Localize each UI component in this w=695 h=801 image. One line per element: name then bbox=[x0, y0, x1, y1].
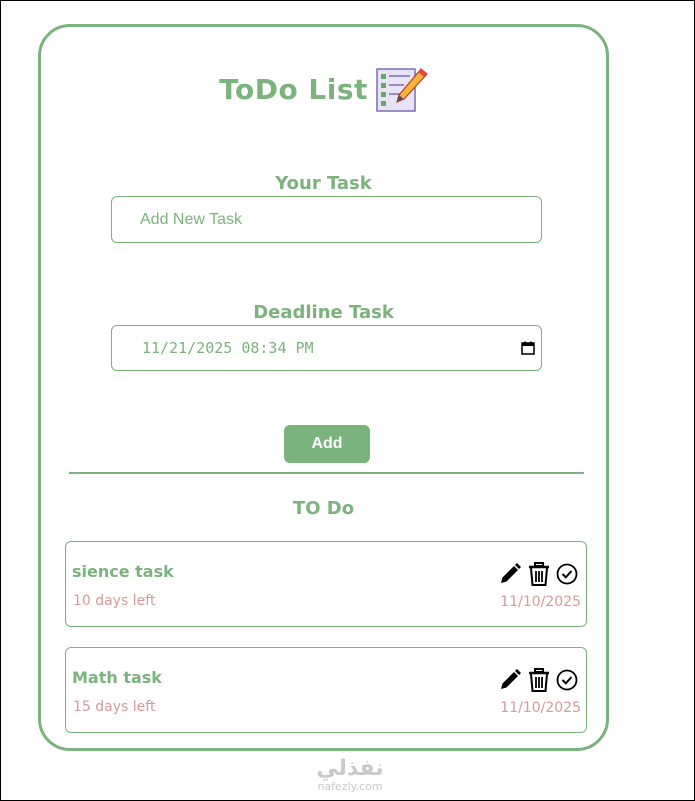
task-label: Your Task bbox=[275, 173, 372, 194]
calendar-icon[interactable] bbox=[521, 341, 535, 355]
notepad-pencil-icon bbox=[376, 68, 428, 112]
task-input[interactable]: Add New Task bbox=[111, 196, 542, 243]
divider bbox=[69, 472, 584, 474]
edit-pencil-icon[interactable] bbox=[498, 562, 522, 586]
add-button[interactable]: Add bbox=[284, 425, 370, 463]
task-name: Math task bbox=[72, 668, 162, 687]
complete-check-icon[interactable] bbox=[556, 563, 578, 585]
deadline-value: 11/21/2025 08:34 PM bbox=[142, 339, 314, 357]
task-deadline-date: 11/10/2025 bbox=[500, 700, 581, 716]
app-title: ToDo List bbox=[219, 72, 368, 106]
deadline-input[interactable]: 11/21/2025 08:34 PM bbox=[111, 325, 542, 371]
task-deadline-date: 11/10/2025 bbox=[500, 594, 581, 610]
todo-card: ToDo List Your Task Add New Task Deadlin… bbox=[38, 24, 609, 751]
task-name: sience task bbox=[72, 562, 174, 581]
trash-icon[interactable] bbox=[528, 562, 550, 586]
task-actions bbox=[498, 562, 578, 586]
task-item: sience task 10 days left 11/10/2025 bbox=[65, 541, 587, 627]
task-days-left: 10 days left bbox=[73, 593, 156, 609]
edit-pencil-icon[interactable] bbox=[498, 668, 522, 692]
trash-icon[interactable] bbox=[528, 668, 550, 692]
task-input-placeholder: Add New Task bbox=[140, 210, 242, 228]
watermark: نفذلي nafezly.com bbox=[300, 757, 400, 793]
header: ToDo List bbox=[41, 65, 606, 113]
task-item: Math task 15 days left 11/10/2025 bbox=[65, 647, 587, 733]
task-actions bbox=[498, 668, 578, 692]
deadline-label: Deadline Task bbox=[253, 302, 394, 323]
watermark-domain: nafezly.com bbox=[317, 780, 383, 793]
watermark-arabic: نفذلي bbox=[316, 756, 384, 781]
task-days-left: 15 days left bbox=[73, 699, 156, 715]
todo-section-title: TO Do bbox=[292, 498, 355, 519]
complete-check-icon[interactable] bbox=[556, 669, 578, 691]
